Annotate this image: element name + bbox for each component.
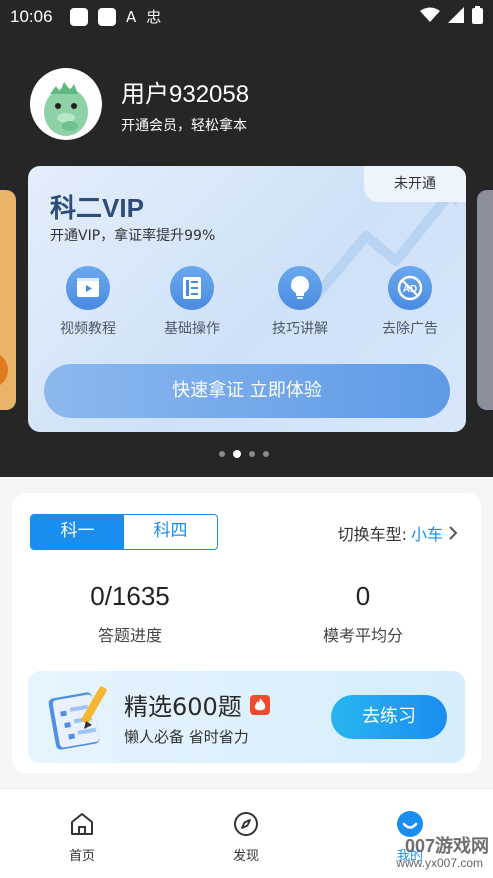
car-type-value: 小车 — [410, 525, 443, 544]
notification-icon — [70, 7, 88, 26]
mock-average-value: 0 — [355, 581, 371, 611]
feature-video-tutorial[interactable]: 视频教程 — [48, 266, 128, 338]
go-practice-button[interactable]: 去练习 — [331, 695, 447, 739]
answer-progress-label: 答题进度 — [97, 626, 162, 645]
practice-title-text: 精选600题 — [124, 693, 242, 721]
nav-discover[interactable]: 发现 — [206, 809, 286, 864]
film-icon — [170, 266, 214, 310]
carousel-dot-active — [233, 450, 241, 458]
feature-label: 去除广告 — [382, 321, 438, 337]
no-ad-icon: AD — [388, 266, 432, 310]
vip-subtitle: 开通VIP，拿证率提升99% — [50, 228, 216, 244]
chevron-right-icon — [449, 526, 458, 540]
switch-car-label: 切换车型: — [337, 525, 407, 544]
vip-title: 科二VIP — [50, 193, 144, 223]
watermark-url: www.yx007.com — [396, 856, 483, 870]
feature-remove-ads[interactable]: AD 去除广告 — [370, 266, 450, 338]
switch-car-type[interactable]: 切换车型: 小车 — [338, 521, 459, 545]
status-notification-icons: A 忠 — [70, 6, 161, 27]
subject-tabs: 科一 科四 — [30, 514, 218, 550]
feature-label: 视频教程 — [60, 321, 116, 337]
feature-label: 基础操作 — [164, 321, 220, 337]
bulb-icon — [278, 266, 322, 310]
wifi-icon — [420, 7, 440, 22]
compass-icon — [206, 809, 286, 839]
home-icon — [42, 809, 122, 839]
battery-icon — [472, 6, 483, 24]
subject-card: 科一 科四 切换车型: 小车 0/1635 答题进度 0 模考平均分 精选600… — [12, 493, 481, 773]
carousel-dot — [249, 451, 255, 457]
answer-progress-stat[interactable]: 0/1635 答题进度 — [30, 581, 230, 646]
carousel-indicator — [219, 450, 269, 458]
notification-glyph: 忠 — [146, 8, 162, 26]
status-time: 10:06 — [10, 7, 53, 26]
carousel-dot — [263, 451, 269, 457]
username: 用户932058 — [121, 81, 250, 108]
tab-subject-four[interactable]: 科四 — [124, 515, 217, 549]
status-bar: 10:06 A 忠 — [0, 0, 493, 34]
user-subtitle: 开通会员，轻松拿本 — [121, 118, 247, 134]
practice-title: 精选600题 — [124, 687, 270, 722]
vip-card[interactable]: 未开通 科二VIP 开通VIP，拿证率提升99% 视频教程 基础操作 技巧讲解 … — [28, 166, 466, 432]
nav-label: 首页 — [68, 849, 95, 864]
dinosaur-avatar-icon — [44, 82, 88, 136]
notebook-pencil-icon — [48, 686, 107, 750]
signal-icon — [448, 7, 464, 23]
notification-glyph: A — [126, 7, 137, 26]
carousel-next-card[interactable] — [477, 190, 493, 410]
tab-subject-one[interactable]: 科一 — [31, 515, 124, 549]
answer-progress-value: 0/1635 — [90, 581, 170, 611]
hot-flame-icon — [249, 694, 270, 715]
vip-cta-button[interactable]: 快速拿证 立即体验 — [44, 364, 450, 418]
nav-home[interactable]: 首页 — [42, 809, 122, 864]
mock-average-label: 模考平均分 — [322, 626, 403, 645]
feature-skill-explain[interactable]: 技巧讲解 — [260, 266, 340, 338]
video-icon — [66, 266, 110, 310]
avatar[interactable] — [30, 68, 102, 140]
practice-banner[interactable]: 精选600题 懒人必备 省时省力 去练习 — [28, 671, 465, 763]
carousel-dot — [219, 451, 225, 457]
vip-status-badge: 未开通 — [364, 166, 466, 202]
watermark: 007游戏网 — [404, 836, 489, 856]
nav-label: 发现 — [232, 849, 259, 864]
notification-icon — [98, 7, 116, 26]
status-system-icons — [420, 6, 483, 24]
practice-subtitle: 懒人必备 省时省力 — [124, 728, 249, 746]
feature-basic-operation[interactable]: 基础操作 — [152, 266, 232, 338]
feature-label: 技巧讲解 — [272, 321, 328, 337]
mock-average-stat[interactable]: 0 模考平均分 — [263, 581, 463, 646]
